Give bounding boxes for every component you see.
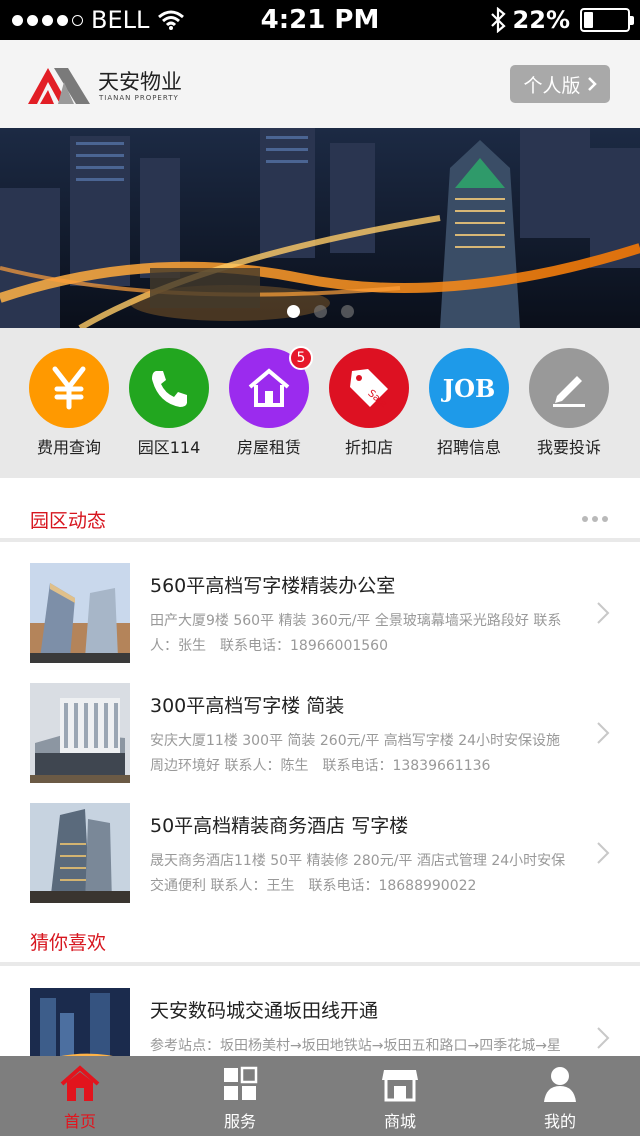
list-item[interactable]: 560平高档写字楼精装办公室 田产大厦9楼 560平 精装 360元/平 全景玻… xyxy=(0,563,640,683)
list-item[interactable]: 300平高档写字楼 简装 安庆大厦11楼 300平 简装 260元/平 高档写字… xyxy=(0,683,640,803)
listing-title: 天安数码城交通坂田线开通 xyxy=(150,1000,379,1022)
quick-park-114[interactable]: 园区114 xyxy=(119,348,219,458)
listing-thumbnail xyxy=(30,563,130,663)
bluetooth-icon xyxy=(490,7,506,33)
carrier-name: BELL xyxy=(91,6,150,34)
battery-icon xyxy=(580,8,634,32)
quick-complaint[interactable]: 我要投诉 xyxy=(519,348,619,458)
tab-label: 首页 xyxy=(63,1112,96,1131)
quick-label: 折扣店 xyxy=(344,438,393,457)
quick-label: 招聘信息 xyxy=(436,438,501,457)
bottom-tab-bar: 首页 服务 商城 我的 xyxy=(0,1056,640,1136)
signal-strength-icon xyxy=(12,14,83,26)
user-icon xyxy=(544,1067,576,1102)
chevron-right-icon xyxy=(597,722,610,744)
news-section-header: 园区动态 xyxy=(0,484,640,544)
tab-service[interactable]: 服务 xyxy=(160,1056,320,1136)
divider xyxy=(0,538,640,542)
carousel-dot[interactable] xyxy=(313,305,327,318)
tab-mine[interactable]: 我的 xyxy=(480,1056,640,1136)
battery-level xyxy=(584,12,593,28)
quick-job-info[interactable]: JOB 招聘信息 xyxy=(419,348,519,458)
more-icon[interactable] xyxy=(582,516,608,522)
chevron-right-icon xyxy=(597,1027,610,1049)
tab-label: 服务 xyxy=(223,1112,256,1131)
city-night-banner-image xyxy=(0,128,640,328)
brand-name: 天安物业 xyxy=(98,70,182,94)
divider xyxy=(0,962,640,966)
listing-title: 300平高档写字楼 简装 xyxy=(150,695,345,717)
tab-label: 商城 xyxy=(383,1112,416,1131)
grid-icon xyxy=(224,1066,258,1100)
tab-home[interactable]: 首页 xyxy=(0,1056,160,1136)
yen-icon xyxy=(29,348,109,428)
carousel-indicator xyxy=(0,305,640,318)
chevron-right-icon xyxy=(597,842,610,864)
quick-fee-query[interactable]: 费用查询 xyxy=(19,348,119,458)
quick-label: 园区114 xyxy=(137,438,201,457)
tianan-logo xyxy=(28,68,90,104)
quick-menu: 费用查询 园区114 5 房屋租赁 Sale 折扣店 JOB 招聘信息 我要投诉 xyxy=(0,328,640,478)
store-icon xyxy=(382,1070,418,1102)
brand-english: TIANAN PROPERTY xyxy=(99,94,179,102)
wifi-icon xyxy=(158,10,185,30)
personal-edition-label: 个人版 xyxy=(523,74,581,97)
notification-badge: 5 xyxy=(289,346,313,370)
tab-label: 我的 xyxy=(543,1112,576,1131)
listing-description: 田产大厦9楼 560平 精装 360元/平 全景玻璃幕墙采光路段好 联系人：张生… xyxy=(150,613,562,654)
home-icon xyxy=(60,1065,100,1101)
battery-area: 22% xyxy=(489,6,634,34)
listing-thumbnail xyxy=(30,803,130,903)
list-item[interactable]: 50平高档精装商务酒店 写字楼 晟天商务酒店11楼 50平 精装修 280元/平… xyxy=(0,803,640,923)
pencil-icon xyxy=(529,348,609,428)
quick-house-rental[interactable]: 5 房屋租赁 xyxy=(219,346,319,458)
carrier-area: BELL xyxy=(12,6,185,34)
listing-thumbnail xyxy=(30,683,130,783)
listing-title: 560平高档写字楼精装办公室 xyxy=(150,575,396,597)
job-icon-text: JOB xyxy=(442,373,496,403)
personal-edition-button[interactable]: 个人版 xyxy=(510,65,610,103)
section-title: 园区动态 xyxy=(30,510,107,532)
listing-title: 50平高档精装商务酒店 写字楼 xyxy=(150,815,409,837)
status-bar: BELL 4:21 PM 22% xyxy=(0,0,640,40)
sale-tag-icon: Sale xyxy=(329,348,409,428)
phone-icon xyxy=(129,348,209,428)
carousel-dot[interactable] xyxy=(340,305,354,318)
quick-discount-store[interactable]: Sale 折扣店 xyxy=(319,348,419,458)
section-title: 猜你喜欢 xyxy=(30,932,107,954)
chevron-right-icon xyxy=(587,77,597,91)
quick-label: 房屋租赁 xyxy=(236,438,301,457)
banner-carousel[interactable] xyxy=(0,128,640,328)
listing-description: 安庆大厦11楼 300平 简装 260元/平 高档写字楼 24小时安保设施 周边… xyxy=(150,733,561,774)
tab-mall[interactable]: 商城 xyxy=(320,1056,480,1136)
job-icon: JOB xyxy=(429,348,509,428)
battery-percent: 22% xyxy=(512,6,570,34)
chevron-right-icon xyxy=(597,602,610,624)
listing-description: 晟天商务酒店11楼 50平 精装修 280元/平 酒店式管理 24小时安保 交通… xyxy=(150,853,566,894)
quick-label: 费用查询 xyxy=(36,438,101,457)
app-header: 天安物业 TIANAN PROPERTY 个人版 xyxy=(0,40,640,128)
house-icon: 5 xyxy=(229,346,313,428)
guess-section-header: 猜你喜欢 xyxy=(0,908,640,968)
quick-label: 我要投诉 xyxy=(536,438,601,457)
carousel-dot[interactable] xyxy=(286,305,300,318)
